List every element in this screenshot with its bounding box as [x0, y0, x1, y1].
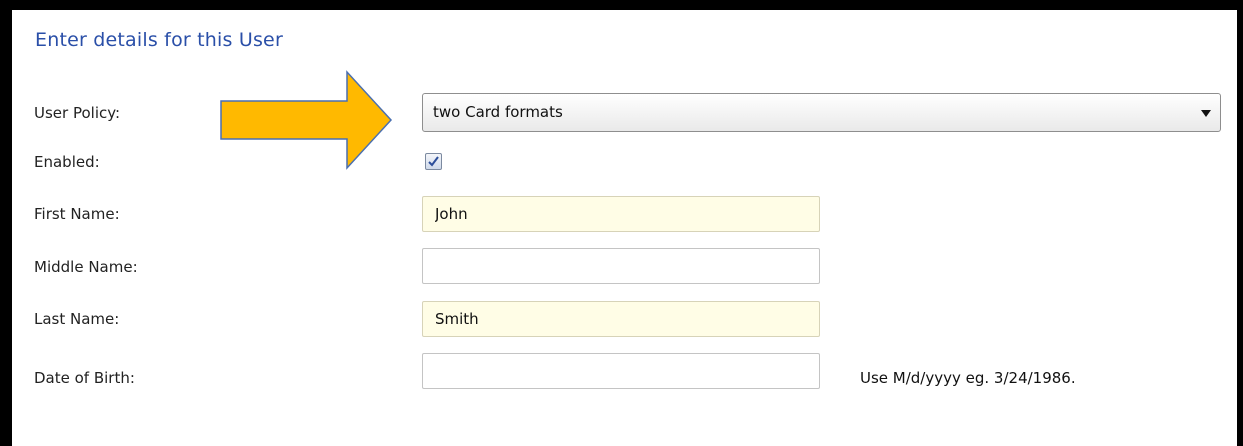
- first-name-input[interactable]: [422, 196, 820, 232]
- checkmark-icon: [428, 156, 439, 167]
- last-name-input[interactable]: [422, 301, 820, 337]
- user-policy-value: two Card formats: [433, 103, 563, 121]
- date-of-birth-input[interactable]: [422, 353, 820, 389]
- last-name-label: Last Name:: [34, 310, 120, 328]
- date-format-hint: Use M/d/yyyy eg. 3/24/1986.: [860, 369, 1076, 387]
- date-of-birth-label: Date of Birth:: [34, 369, 135, 387]
- middle-name-input[interactable]: [422, 248, 820, 284]
- arrow-right-icon: [220, 70, 393, 170]
- chevron-down-icon: [1201, 110, 1211, 117]
- form-heading: Enter details for this User: [35, 29, 283, 51]
- user-details-panel: Enter details for this User User Policy:…: [12, 10, 1237, 446]
- user-policy-select[interactable]: two Card formats: [422, 93, 1221, 132]
- user-policy-label: User Policy:: [34, 104, 121, 122]
- first-name-label: First Name:: [34, 205, 120, 223]
- enabled-label: Enabled:: [34, 153, 100, 171]
- middle-name-label: Middle Name:: [34, 258, 138, 276]
- enabled-checkbox[interactable]: [425, 153, 442, 170]
